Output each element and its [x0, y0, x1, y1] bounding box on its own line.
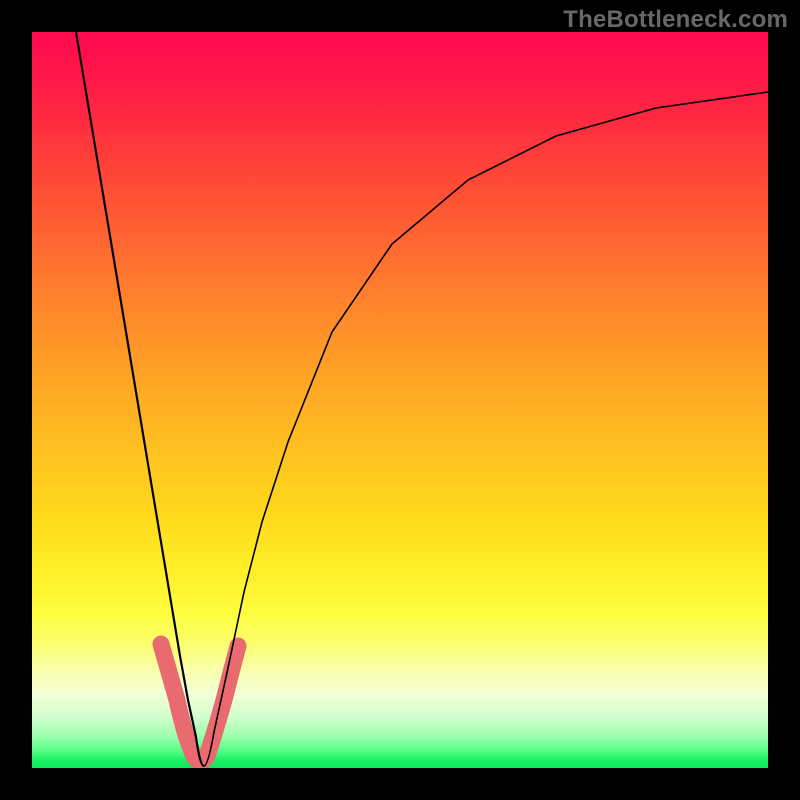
plot-area [32, 32, 768, 768]
chart-frame: TheBottleneck.com [0, 0, 800, 800]
highlight-marker [161, 644, 238, 762]
curve-layer [32, 32, 768, 768]
watermark-text: TheBottleneck.com [563, 6, 788, 34]
curve-right-branch [204, 92, 768, 766]
curve-left-branch [76, 32, 204, 766]
